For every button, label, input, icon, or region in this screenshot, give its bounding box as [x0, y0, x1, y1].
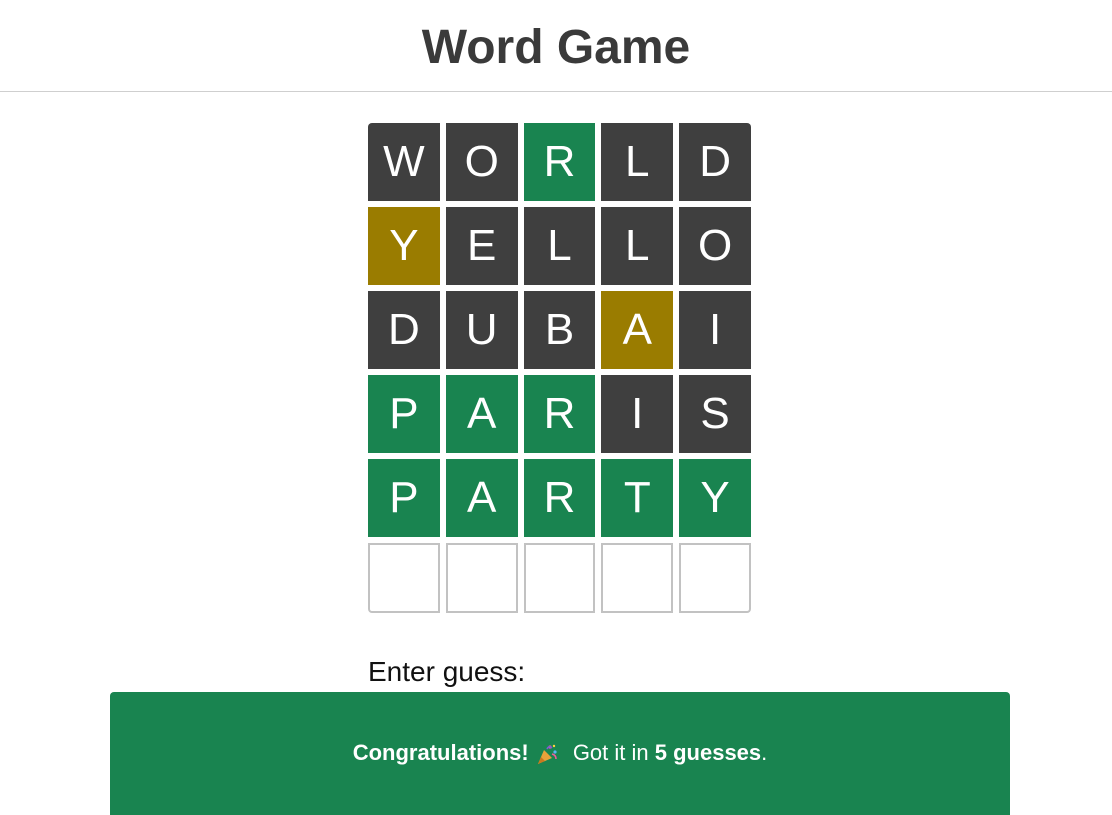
result-end-text: .: [761, 740, 768, 766]
guess-row-2: Y E L L O: [368, 207, 751, 285]
tile: W: [368, 123, 440, 201]
success-banner: Congratulations! Got it in 5 guesses.: [110, 692, 1010, 815]
tile: O: [679, 207, 751, 285]
page-header: Word Game: [0, 0, 1112, 92]
congrats-text: Congratulations!: [352, 740, 529, 766]
tile: B: [523, 291, 596, 369]
guess-row-1: W O R L D: [368, 123, 751, 201]
tile: R: [523, 123, 596, 201]
tile: A: [601, 291, 674, 369]
tile: U: [445, 291, 518, 369]
guess-input-label: Enter guess:: [368, 656, 526, 687]
tile-empty: [523, 543, 596, 613]
tile: A: [445, 459, 518, 537]
tile: O: [445, 123, 518, 201]
guess-row-6: [368, 543, 751, 613]
tile-empty: [368, 543, 440, 613]
tile: Y: [679, 459, 751, 537]
guess-row-5: P A R T Y: [368, 459, 751, 537]
game-board: W O R L D Y E L L O D U B A I P A R I S …: [368, 123, 751, 619]
guess-count: 5 guesses: [654, 740, 762, 766]
tile: I: [679, 291, 751, 369]
guess-row-4: P A R I S: [368, 375, 751, 453]
tile: D: [368, 291, 440, 369]
guess-row-3: D U B A I: [368, 291, 751, 369]
tile: Y: [368, 207, 440, 285]
tile-empty: [679, 543, 751, 613]
tile: L: [601, 123, 674, 201]
tile: S: [679, 375, 751, 453]
tile-empty: [445, 543, 518, 613]
tile: R: [523, 375, 596, 453]
tile: I: [601, 375, 674, 453]
tile-empty: [601, 543, 674, 613]
tile: T: [601, 459, 674, 537]
result-middle-text: Got it in: [566, 740, 655, 766]
tile: D: [679, 123, 751, 201]
tile: E: [445, 207, 518, 285]
tile: A: [445, 375, 518, 453]
tile: L: [523, 207, 596, 285]
party-popper-icon: [537, 744, 557, 764]
tile: P: [368, 459, 440, 537]
page-title: Word Game: [421, 21, 691, 74]
tile: P: [368, 375, 440, 453]
tile: R: [523, 459, 596, 537]
result-message: Congratulations! Got it in 5 guesses.: [353, 740, 768, 766]
tile: L: [601, 207, 674, 285]
